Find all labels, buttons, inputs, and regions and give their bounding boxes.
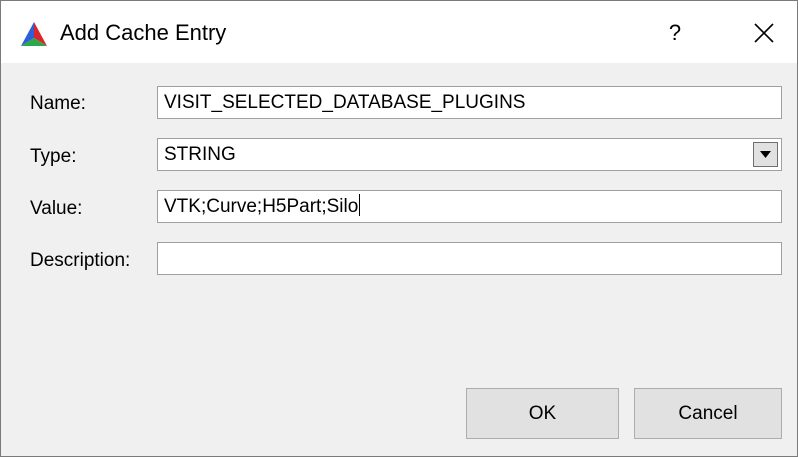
ok-button[interactable]: OK — [466, 388, 619, 439]
type-select-value: STRING — [164, 144, 236, 165]
dropdown-button[interactable] — [753, 142, 778, 167]
title-bar[interactable]: Add Cache Entry ? — [1, 1, 797, 63]
type-select[interactable]: STRING — [157, 138, 782, 171]
value-label: Value: — [30, 198, 83, 219]
window-title: Add Cache Entry — [60, 20, 227, 45]
name-label: Name: — [30, 93, 86, 114]
type-label: Type: — [30, 146, 77, 167]
chevron-down-icon — [760, 151, 771, 158]
description-field[interactable] — [157, 242, 782, 275]
text-caret — [359, 194, 361, 216]
name-field[interactable]: VISIT_SELECTED_DATABASE_PLUGINS — [157, 86, 782, 119]
name-field-value: VISIT_SELECTED_DATABASE_PLUGINS — [164, 92, 526, 113]
value-field-value: VTK;Curve;H5Part;Silo — [164, 196, 359, 217]
value-field[interactable]: VTK;Curve;H5Part;Silo — [157, 190, 782, 223]
cancel-button[interactable]: Cancel — [634, 388, 782, 439]
close-icon — [754, 23, 774, 43]
add-cache-entry-dialog: Add Cache Entry ? Name: VISIT_SELECTED_D… — [0, 0, 798, 457]
description-label: Description: — [30, 250, 131, 271]
cmake-triangle-icon — [21, 22, 47, 46]
close-button[interactable] — [739, 15, 789, 51]
help-button[interactable]: ? — [653, 15, 697, 51]
